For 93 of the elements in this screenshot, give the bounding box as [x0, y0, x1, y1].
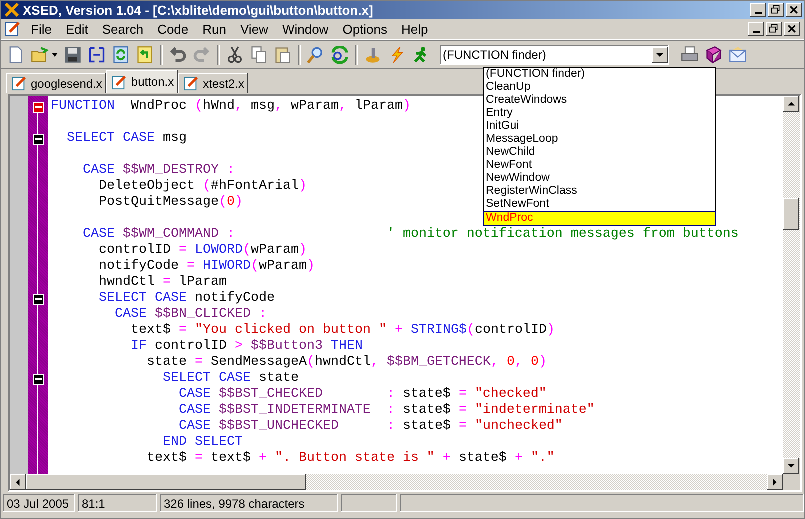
code-line: controlID = LOWORD(wParam)	[98, 243, 307, 258]
code-line: PostQuitMessage(0)	[98, 195, 243, 210]
close-icon	[787, 24, 797, 34]
function-list-item[interactable]: MessageLoop	[484, 133, 715, 146]
function-list-item[interactable]: NewFont	[484, 159, 715, 172]
vertical-scrollbar[interactable]	[783, 96, 800, 474]
scroll-thumb[interactable]	[783, 198, 799, 230]
code-line: CASE $$BST_UNCHECKED : state$ = "unchecked"	[178, 419, 563, 434]
replace-arrows-icon[interactable]	[331, 46, 349, 64]
document-pencil-icon	[12, 76, 27, 91]
window-title: XSED, Version 1.04 - [C:\xblite\demo\gui\button\button.x]	[23, 2, 374, 18]
menu-item[interactable]: Options	[336, 22, 395, 36]
code-line: state = SendMessageA(hwndCtl, $$BM_GETCHECK, 0, 0)	[146, 355, 547, 370]
restore-button[interactable]	[766, 22, 782, 36]
code-line: hwndCtl = lParam	[98, 275, 227, 290]
menu-item[interactable]: Code	[150, 22, 196, 36]
caret-icon	[656, 52, 664, 56]
new-document-icon[interactable]	[7, 46, 25, 64]
copy-icon[interactable]	[250, 46, 268, 64]
envelope-icon[interactable]	[729, 46, 747, 64]
code-line: SELECT CASE state	[162, 371, 299, 386]
collapse-icon[interactable]	[32, 102, 44, 112]
restore-button[interactable]	[768, 3, 784, 17]
minimize-icon	[754, 12, 762, 14]
undo-icon[interactable]	[169, 46, 187, 64]
horizontal-scrollbar[interactable]	[10, 474, 783, 490]
status-panel: 03 Jul 2005	[3, 494, 75, 512]
code-line: notifyCode = HIWORD(wParam)	[98, 259, 315, 274]
code-line: CASE $$BN_CLICKED :	[114, 307, 267, 322]
function-list-item[interactable]: NewChild	[484, 146, 715, 159]
code-line: SELECT CASE notifyCode	[98, 291, 275, 306]
up-arrow-icon	[788, 102, 794, 106]
function-list-item[interactable]: RegisterWinClass	[484, 185, 715, 198]
cut-scissors-icon[interactable]	[226, 46, 244, 64]
function-list-item[interactable]: Entry	[484, 107, 715, 120]
function-list-item[interactable]: (FUNCTION finder)	[484, 68, 715, 81]
refresh-icon[interactable]	[112, 46, 130, 64]
function-list-item[interactable]: InitGui	[484, 120, 715, 133]
code-line: text$ = text$ + ". Button state is " + state$ + "."	[146, 451, 555, 466]
left-arrow-icon	[16, 478, 20, 486]
collapse-icon[interactable]	[32, 294, 44, 304]
code-line: text$ = "You clicked on button " + STRING$(controlID)	[130, 323, 555, 338]
caret-icon[interactable]	[52, 52, 58, 56]
close-button[interactable]	[784, 22, 800, 36]
minimize-button[interactable]	[748, 22, 764, 36]
close-icon	[789, 5, 799, 15]
code-line: IF controlID > $$Button3 THEN	[130, 339, 363, 354]
scrollbar-corner	[783, 474, 800, 490]
code-line: CASE $$BST_CHECKED : state$ = "checked"	[178, 387, 547, 402]
code-line: CASE $$WM_DESTROY :	[82, 163, 235, 178]
close-button[interactable]	[786, 3, 802, 17]
function-list-item[interactable]: CleanUp	[484, 81, 715, 94]
code-line: END SELECT	[162, 435, 243, 450]
joystick-icon[interactable]	[364, 46, 382, 64]
status-panel	[341, 494, 397, 512]
code-line: CASE $$WM_COMMAND : ' monitor notification messages from buttons	[82, 227, 739, 242]
function-finder-dropdown[interactable]: (FUNCTION finder)	[440, 44, 669, 64]
status-panel: 326 lines, 9978 characters	[160, 494, 338, 512]
brackets-icon[interactable]	[88, 46, 106, 64]
menu-item[interactable]: View	[234, 22, 276, 36]
document-pencil-icon	[184, 76, 200, 91]
search-icon[interactable]	[307, 46, 325, 64]
minimize-button[interactable]	[750, 3, 766, 17]
scroll-thumb[interactable]	[26, 474, 306, 490]
file-tab[interactable]: xtest2.x	[178, 73, 248, 93]
paste-icon[interactable]	[274, 46, 292, 64]
document-pencil-icon	[5, 21, 21, 37]
collapse-icon[interactable]	[32, 134, 44, 144]
function-list-item[interactable]: CreateWindows	[484, 94, 715, 107]
function-list-item[interactable]: WndProc	[483, 211, 716, 226]
book-icon[interactable]	[705, 46, 723, 64]
menu-item[interactable]: File	[24, 22, 59, 36]
menu-item[interactable]: Window	[275, 22, 336, 36]
right-arrow-icon	[773, 478, 777, 486]
menu-item[interactable]: Edit	[58, 22, 96, 36]
minimize-icon	[752, 31, 760, 33]
function-list-item[interactable]: NewWindow	[484, 172, 715, 185]
document-pencil-icon	[112, 74, 128, 90]
menu-item[interactable]: Run	[196, 22, 234, 36]
code-line: FUNCTION WndProc (hWnd, msg, wParam, lParam)	[51, 99, 411, 114]
code-line: CASE $$BST_INDETERMINATE : state$ = "indeterminate"	[178, 403, 595, 418]
file-tab[interactable]: button.x	[106, 70, 178, 93]
menu-item[interactable]: Help	[394, 22, 436, 36]
printer-icon[interactable]	[681, 46, 699, 64]
status-panel: 81:1	[78, 494, 157, 512]
app-logo-icon	[5, 3, 19, 17]
down-arrow-icon	[788, 464, 794, 468]
file-tab[interactable]: googlesend.x	[6, 73, 106, 93]
code-line: DeleteObject (#hFontArial)	[98, 179, 307, 194]
menu-item[interactable]: Search	[95, 22, 151, 36]
collapse-icon[interactable]	[32, 374, 44, 384]
code-line: SELECT CASE msg	[66, 131, 187, 146]
function-list-item[interactable]: SetNewFont	[484, 198, 715, 211]
